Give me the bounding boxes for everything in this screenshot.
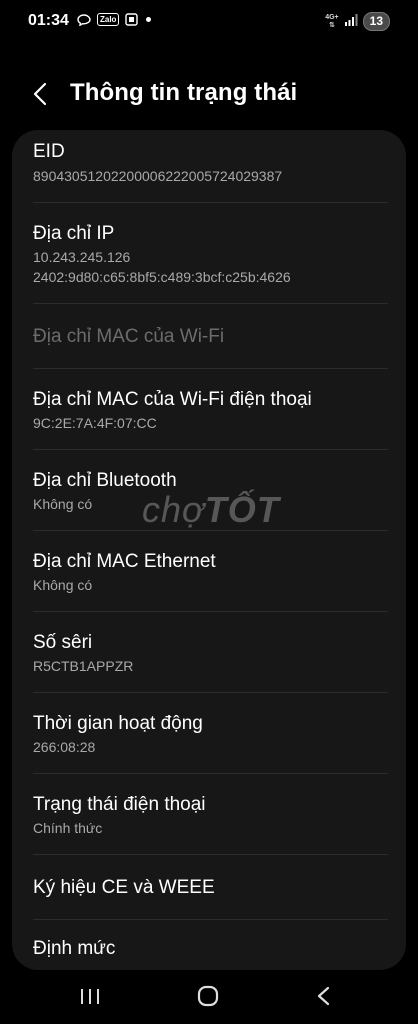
list-item-ip-address[interactable]: Địa chỉ IP 10.243.245.126 2402:9d80:c65:… bbox=[12, 203, 406, 303]
status-info-list: EID 89043051202200006222005724029387 Địa… bbox=[12, 130, 406, 970]
back-button[interactable] bbox=[28, 78, 56, 110]
list-item-rating[interactable]: Định mức bbox=[12, 920, 406, 970]
item-title: Địa chỉ IP bbox=[33, 223, 115, 244]
item-title: Định mức bbox=[33, 938, 116, 959]
item-title: Trạng thái điện thoại bbox=[33, 794, 206, 815]
network-type-label: 4G+ bbox=[325, 13, 339, 21]
nav-back-button[interactable] bbox=[306, 982, 342, 1010]
chevron-left-icon bbox=[33, 82, 47, 106]
page-title: Thông tin trạng thái bbox=[70, 79, 298, 106]
list-item-uptime[interactable]: Thời gian hoạt động 266:08:28 bbox=[12, 693, 406, 773]
item-title: Địa chỉ MAC của Wi-Fi bbox=[33, 326, 225, 347]
data-arrows-icon: ⇅ bbox=[328, 21, 335, 29]
watermark-logo: chợTỐT bbox=[142, 489, 280, 531]
item-value: 89043051202200006222005724029387 bbox=[33, 168, 283, 184]
dot-icon bbox=[146, 17, 152, 22]
item-value: Chính thức bbox=[33, 820, 103, 836]
zalo-icon: Zalo bbox=[97, 13, 120, 26]
system-icons: 4G+ ⇅ 13 bbox=[325, 12, 390, 31]
item-title: Ký hiệu CE và WEEE bbox=[33, 877, 215, 898]
network-indicator: 4G+ ⇅ bbox=[325, 14, 338, 30]
signal-icon bbox=[344, 13, 358, 31]
list-item-eid[interactable]: EID 89043051202200006222005724029387 bbox=[12, 130, 406, 202]
item-title: Địa chỉ MAC của Wi-Fi điện thoại bbox=[33, 389, 312, 410]
app-header: Thông tin trạng thái bbox=[0, 70, 418, 118]
home-icon bbox=[197, 985, 219, 1007]
status-bar: 01:34 Zalo 4G+ ⇅ 13 bbox=[0, 0, 418, 44]
item-title: EID bbox=[33, 141, 65, 162]
item-title: Thời gian hoạt động bbox=[33, 713, 203, 734]
item-value: 10.243.245.126 bbox=[33, 249, 131, 265]
home-button[interactable] bbox=[190, 982, 226, 1010]
notification-icons: Zalo bbox=[77, 13, 152, 27]
screenshot-app-icon bbox=[125, 13, 139, 26]
recents-icon bbox=[81, 989, 99, 1004]
list-item-ce-weee[interactable]: Ký hiệu CE và WEEE bbox=[12, 855, 406, 919]
item-value: R5CTB1APPZR bbox=[33, 658, 134, 674]
watermark-part1: chợ bbox=[142, 489, 205, 530]
list-item-ethernet-mac[interactable]: Địa chỉ MAC Ethernet Không có bbox=[12, 531, 406, 611]
recents-button[interactable] bbox=[72, 982, 108, 1010]
list-item-serial-number[interactable]: Số sêri R5CTB1APPZR bbox=[12, 612, 406, 692]
item-value: 266:08:28 bbox=[33, 739, 96, 755]
item-value-secondary: 2402:9d80:c65:8bf5:c489:3bcf:c25b:4626 bbox=[33, 269, 291, 285]
list-item-wifi-mac: Địa chỉ MAC của Wi-Fi bbox=[12, 304, 406, 368]
navigation-bar bbox=[0, 968, 418, 1024]
list-item-phone-status[interactable]: Trạng thái điện thoại Chính thức bbox=[12, 774, 406, 854]
battery-indicator: 13 bbox=[362, 12, 390, 31]
item-value: Không có bbox=[33, 577, 93, 593]
item-title: Số sêri bbox=[33, 632, 93, 653]
item-title: Địa chỉ MAC Ethernet bbox=[33, 551, 216, 572]
status-time: 01:34 bbox=[28, 12, 69, 29]
message-icon bbox=[77, 13, 91, 27]
list-item-phone-wifi-mac[interactable]: Địa chỉ MAC của Wi-Fi điện thoại 9C:2E:7… bbox=[12, 369, 406, 449]
back-icon bbox=[317, 986, 330, 1006]
watermark-part2: TỐT bbox=[204, 489, 280, 530]
item-value: 9C:2E:7A:4F:07:CC bbox=[33, 415, 157, 431]
item-value: Không có bbox=[33, 496, 93, 512]
